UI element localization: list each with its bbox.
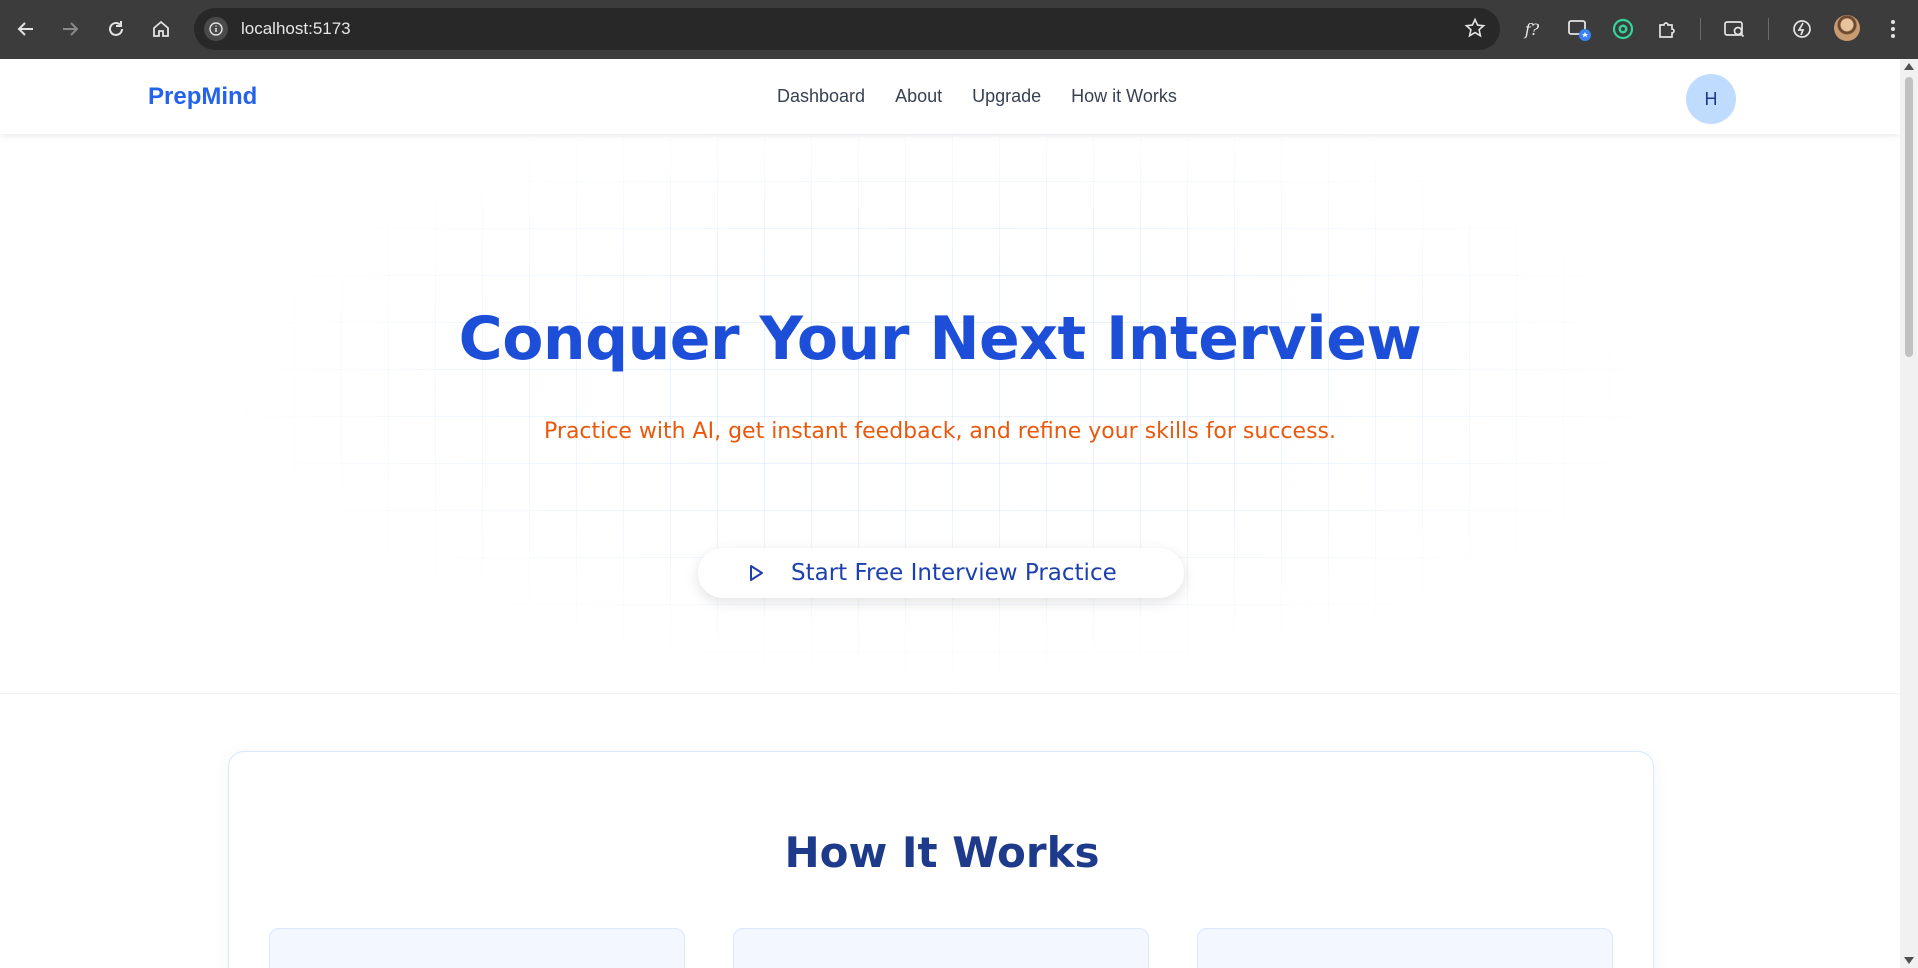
hero-section: Conquer Your Next Interview Practice wit… [0,134,1900,694]
start-practice-button[interactable]: Start Free Interview Practice [698,548,1184,598]
site-info-icon[interactable] [204,17,228,41]
hero-subtitle: Practice with AI, get instant feedback, … [544,419,1336,444]
url-text[interactable]: localhost:5173 [241,19,351,39]
site-header: PrepMind Dashboard About Upgrade How it … [0,59,1900,134]
browser-toolbar: localhost:5173 f? [0,0,1918,59]
toolbar-separator [1768,18,1769,40]
home-button[interactable] [143,11,179,47]
puzzle-extensions-icon[interactable] [1651,13,1683,45]
page-viewport: PrepMind Dashboard About Upgrade How it … [0,59,1900,968]
forward-arrow-icon [63,22,79,36]
start-practice-label: Start Free Interview Practice [791,560,1117,586]
performance-icon[interactable] [1786,13,1818,45]
main-nav: Dashboard About Upgrade How it Works [777,86,1177,107]
how-it-works-title: How It Works [784,828,1100,877]
scroll-up-arrow-icon[interactable] [1904,63,1914,70]
tab-search-icon[interactable] [1719,13,1751,45]
forward-button[interactable] [52,11,88,47]
scrollbar-thumb[interactable] [1905,77,1913,357]
section-divider [0,693,1900,694]
back-arrow-icon [17,22,33,36]
formula-icon[interactable]: f? [1516,13,1548,45]
nav-how-it-works[interactable]: How it Works [1071,86,1177,107]
nav-about[interactable]: About [895,86,942,107]
step-card [269,928,685,968]
back-button[interactable] [8,11,44,47]
play-icon [750,565,763,581]
hero-title: Conquer Your Next Interview [458,304,1422,374]
more-menu-icon[interactable] [1877,13,1909,45]
page-scrollbar[interactable] [1900,59,1918,968]
scroll-down-arrow-icon[interactable] [1904,957,1914,964]
site-logo[interactable]: PrepMind [148,83,257,111]
nav-upgrade[interactable]: Upgrade [972,86,1041,107]
how-it-works-section: How It Works [228,751,1654,968]
step-card [733,928,1149,968]
picture-in-picture-icon[interactable] [1563,13,1595,45]
profile-avatar[interactable] [1834,15,1860,41]
bookmark-star-icon[interactable] [1464,17,1486,39]
target-extension-icon[interactable] [1607,13,1639,45]
nav-dashboard[interactable]: Dashboard [777,86,865,107]
address-bar[interactable]: localhost:5173 [194,8,1500,50]
hero-grid-background [200,134,1700,694]
home-icon [153,20,169,37]
reload-button[interactable] [98,11,134,47]
reload-icon [109,21,123,36]
user-avatar[interactable]: H [1686,74,1736,124]
step-card [1197,928,1613,968]
toolbar-separator [1700,18,1701,40]
